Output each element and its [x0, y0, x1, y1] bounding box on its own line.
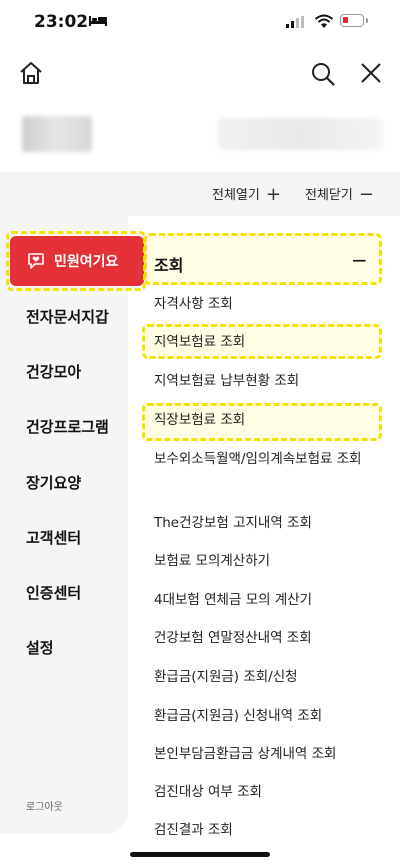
menu-item-checkup-results[interactable]: 검진결과 조회 — [154, 818, 382, 842]
blurred-user-info — [218, 118, 383, 150]
menu-item-refund-history[interactable]: 환급금(지원금) 신청내역 조회 — [154, 704, 382, 728]
sidebar-item-auth-center[interactable]: 인증센터 — [26, 582, 81, 603]
menu-item-extra-income-premium[interactable]: 보수외소득월액/임의계속보험료 조회 — [154, 447, 382, 471]
status-bar: 23:02 — [0, 0, 400, 46]
expand-all-button[interactable]: 전체열기 + — [212, 184, 281, 205]
section-collapse-icon[interactable]: − — [351, 248, 368, 272]
plus-icon: + — [265, 184, 281, 205]
sidebar-item-health-collect[interactable]: 건강모아 — [26, 361, 81, 382]
blurred-user-name — [22, 116, 92, 152]
status-time: 23:02 — [34, 12, 89, 32]
logout-link[interactable]: 로그아웃 — [26, 798, 63, 813]
menu-item-refund-apply[interactable]: 환급금(지원금) 조회/신청 — [154, 665, 382, 689]
menu-item-eligibility[interactable]: 자격사항 조회 — [154, 292, 382, 316]
close-icon[interactable] — [360, 62, 382, 84]
menu-item-premium-simulator[interactable]: 보험료 모의계산하기 — [154, 549, 382, 573]
highlight-complaint — [6, 231, 146, 291]
menu-item-workplace-premium[interactable]: 직장보험료 조회 — [154, 408, 382, 432]
sidebar-item-document-wallet[interactable]: 전자문서지갑 — [26, 306, 109, 327]
home-indicator — [130, 852, 270, 857]
menu-item-checkup-eligibility[interactable]: 검진대상 여부 조회 — [154, 780, 382, 804]
sidebar: 전자문서지갑 건강모아 건강프로그램 장기요양 고객센터 인증센터 설정 로그아… — [0, 216, 128, 834]
section-title: 조회 — [154, 256, 184, 275]
collapse-all-button[interactable]: 전체닫기 − — [305, 184, 374, 205]
sidebar-item-customer-center[interactable]: 고객센터 — [26, 527, 81, 548]
menu-item-copay-offset-history[interactable]: 본인부담금환급금 상계내역 조회 — [154, 742, 382, 766]
home-icon[interactable] — [18, 60, 44, 86]
top-bar — [0, 50, 400, 100]
minus-icon: − — [358, 184, 374, 205]
sidebar-item-long-term-care[interactable]: 장기요양 — [26, 472, 81, 493]
cellular-signal-icon — [286, 16, 304, 28]
collapse-all-label: 전체닫기 — [305, 188, 353, 203]
sidebar-item-health-program[interactable]: 건강프로그램 — [26, 416, 109, 437]
search-icon[interactable] — [310, 61, 336, 87]
sleep-bed-icon — [89, 16, 107, 26]
wifi-icon — [314, 14, 334, 28]
menu-control-bar: 전체열기 + 전체닫기 − — [0, 172, 400, 216]
menu-item-arrears-calculator[interactable]: 4대보험 연체금 모의 계산기 — [154, 588, 382, 612]
menu-item-regional-premium[interactable]: 지역보험료 조회 — [154, 330, 382, 354]
menu-item-year-end-settlement[interactable]: 건강보험 연말정산내역 조회 — [154, 626, 382, 650]
sidebar-item-settings[interactable]: 설정 — [26, 637, 54, 658]
battery-icon — [340, 14, 368, 27]
expand-all-label: 전체열기 — [212, 188, 260, 203]
menu-item-notice-history[interactable]: The건강보험 고지내역 조회 — [154, 511, 382, 535]
menu-item-regional-payment-status[interactable]: 지역보험료 납부현황 조회 — [154, 369, 382, 393]
